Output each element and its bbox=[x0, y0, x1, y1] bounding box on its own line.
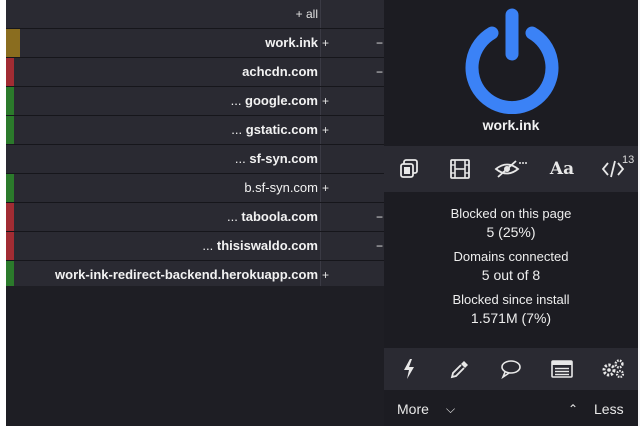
firewall-row: b.sf-syn.com + bbox=[6, 174, 384, 203]
firewall-row: achcdn.com − bbox=[6, 58, 384, 87]
domains-value: 5 out of 8 bbox=[481, 267, 541, 283]
chat-bubble-icon[interactable] bbox=[486, 348, 536, 390]
less-button[interactable]: Less bbox=[594, 401, 624, 417]
empty-area bbox=[6, 286, 384, 426]
rule-status-bar bbox=[6, 261, 14, 289]
domain-label: achcdn.com bbox=[242, 58, 318, 86]
domain-name: achcdn.com bbox=[242, 64, 318, 79]
media-icon[interactable] bbox=[435, 146, 485, 192]
firewall-row: ... sf-syn.com bbox=[6, 145, 384, 174]
domain-label: ... taboola.com bbox=[227, 203, 318, 231]
domain-label: ... thisiswaldo.com bbox=[202, 232, 318, 260]
main-pane: work.ink Aa 13 Blocked on this page 5 (2… bbox=[384, 0, 638, 426]
allow-rule-cell[interactable]: + bbox=[322, 87, 329, 115]
allow-rule-cell[interactable]: + bbox=[322, 261, 329, 289]
stats-panel: Blocked on this page 5 (25%) Domains con… bbox=[384, 205, 638, 334]
domain-name: thisiswaldo.com bbox=[216, 238, 318, 253]
cosmetic-filter-icon[interactable] bbox=[486, 146, 536, 192]
column-divider bbox=[320, 232, 321, 260]
block-rule-cell[interactable]: − bbox=[376, 232, 383, 260]
domain-name: google.com bbox=[245, 93, 318, 108]
eyedropper-icon[interactable] bbox=[435, 348, 485, 390]
logger-icon[interactable] bbox=[537, 348, 587, 390]
rule-status-bar bbox=[6, 232, 14, 260]
all-label[interactable]: + all bbox=[296, 0, 318, 28]
column-divider bbox=[320, 0, 321, 28]
domain-label: b.sf-syn.com bbox=[244, 174, 318, 202]
subdomain-ellipsis: ... bbox=[234, 151, 250, 166]
more-button[interactable]: More bbox=[397, 401, 429, 417]
domain-label: ... google.com bbox=[231, 87, 318, 115]
blocked-install-value: 1.571M (7%) bbox=[470, 310, 552, 326]
subdomain-ellipsis: ... bbox=[231, 122, 246, 137]
rule-status-bar bbox=[6, 87, 14, 115]
rule-status-bar bbox=[6, 174, 14, 202]
page-hostname: work.ink bbox=[482, 117, 540, 133]
chevron-down-icon[interactable]: ⌵ bbox=[446, 402, 455, 417]
domains-label: Domains connected bbox=[453, 249, 569, 264]
firewall-row-all: + all bbox=[6, 0, 384, 29]
subdomain-ellipsis: ... bbox=[230, 93, 246, 108]
firewall-row: work.ink + − bbox=[6, 29, 384, 58]
domain-name: sf-syn.com bbox=[249, 151, 318, 166]
column-divider bbox=[320, 261, 321, 289]
lightning-icon[interactable] bbox=[384, 348, 434, 390]
column-divider bbox=[320, 145, 321, 173]
column-divider bbox=[320, 203, 321, 231]
domain-label: work-ink-redirect-backend.herokuapp.com bbox=[55, 261, 318, 289]
block-rule-cell[interactable]: − bbox=[376, 203, 383, 231]
domain-label: ... gstatic.com bbox=[231, 116, 318, 144]
firewall-row: ... gstatic.com + bbox=[6, 116, 384, 145]
firewall-pane: + all work.ink + − achcdn.com −... google.co… bbox=[6, 0, 384, 290]
firewall-row: ... thisiswaldo.com − bbox=[6, 232, 384, 261]
rule-status-bar bbox=[6, 203, 14, 231]
element-picker-icon[interactable] bbox=[384, 146, 434, 192]
column-divider bbox=[320, 116, 321, 144]
rule-status-bar bbox=[6, 29, 20, 57]
blocked-page-value: 5 (25%) bbox=[486, 224, 536, 240]
allow-rule-cell[interactable]: + bbox=[322, 174, 329, 202]
allow-rule-cell[interactable]: + bbox=[322, 116, 329, 144]
subdomain-ellipsis: ... bbox=[226, 209, 242, 224]
domain-name: b.sf-syn.com bbox=[244, 180, 318, 195]
rule-status-bar bbox=[6, 116, 14, 144]
blocked-install-label: Blocked since install bbox=[452, 292, 570, 307]
domain-label: ... sf-syn.com bbox=[235, 145, 318, 173]
column-divider bbox=[320, 174, 321, 202]
domain-name: gstatic.com bbox=[245, 122, 318, 137]
per-site-switches: Aa bbox=[384, 146, 638, 192]
allow-rule-cell[interactable]: + bbox=[322, 29, 329, 57]
bottom-toolbar bbox=[384, 348, 638, 390]
domain-name: work.ink bbox=[265, 35, 318, 50]
block-rule-cell[interactable]: − bbox=[376, 29, 383, 57]
block-rule-cell[interactable]: − bbox=[376, 58, 383, 86]
fonts-icon[interactable]: Aa bbox=[537, 146, 587, 192]
firewall-row: ... taboola.com − bbox=[6, 203, 384, 232]
column-divider bbox=[320, 58, 321, 86]
settings-icon[interactable] bbox=[588, 348, 638, 390]
domain-label: work.ink bbox=[265, 29, 318, 57]
column-divider bbox=[320, 29, 321, 57]
column-divider bbox=[320, 87, 321, 115]
scripts-count-badge: 13 bbox=[622, 154, 635, 166]
scripts-icon[interactable] bbox=[588, 146, 638, 192]
domain-name: work-ink-redirect-backend.herokuapp.com bbox=[55, 267, 318, 282]
rule-status-bar bbox=[6, 58, 14, 86]
firewall-row: ... google.com + bbox=[6, 87, 384, 116]
subdomain-ellipsis: ... bbox=[202, 238, 217, 253]
blocked-page-label: Blocked on this page bbox=[450, 206, 572, 221]
chevron-up-icon[interactable]: ⌃ bbox=[568, 402, 578, 416]
power-switch-icon[interactable] bbox=[464, 2, 560, 114]
domain-name: taboola.com bbox=[241, 209, 318, 224]
